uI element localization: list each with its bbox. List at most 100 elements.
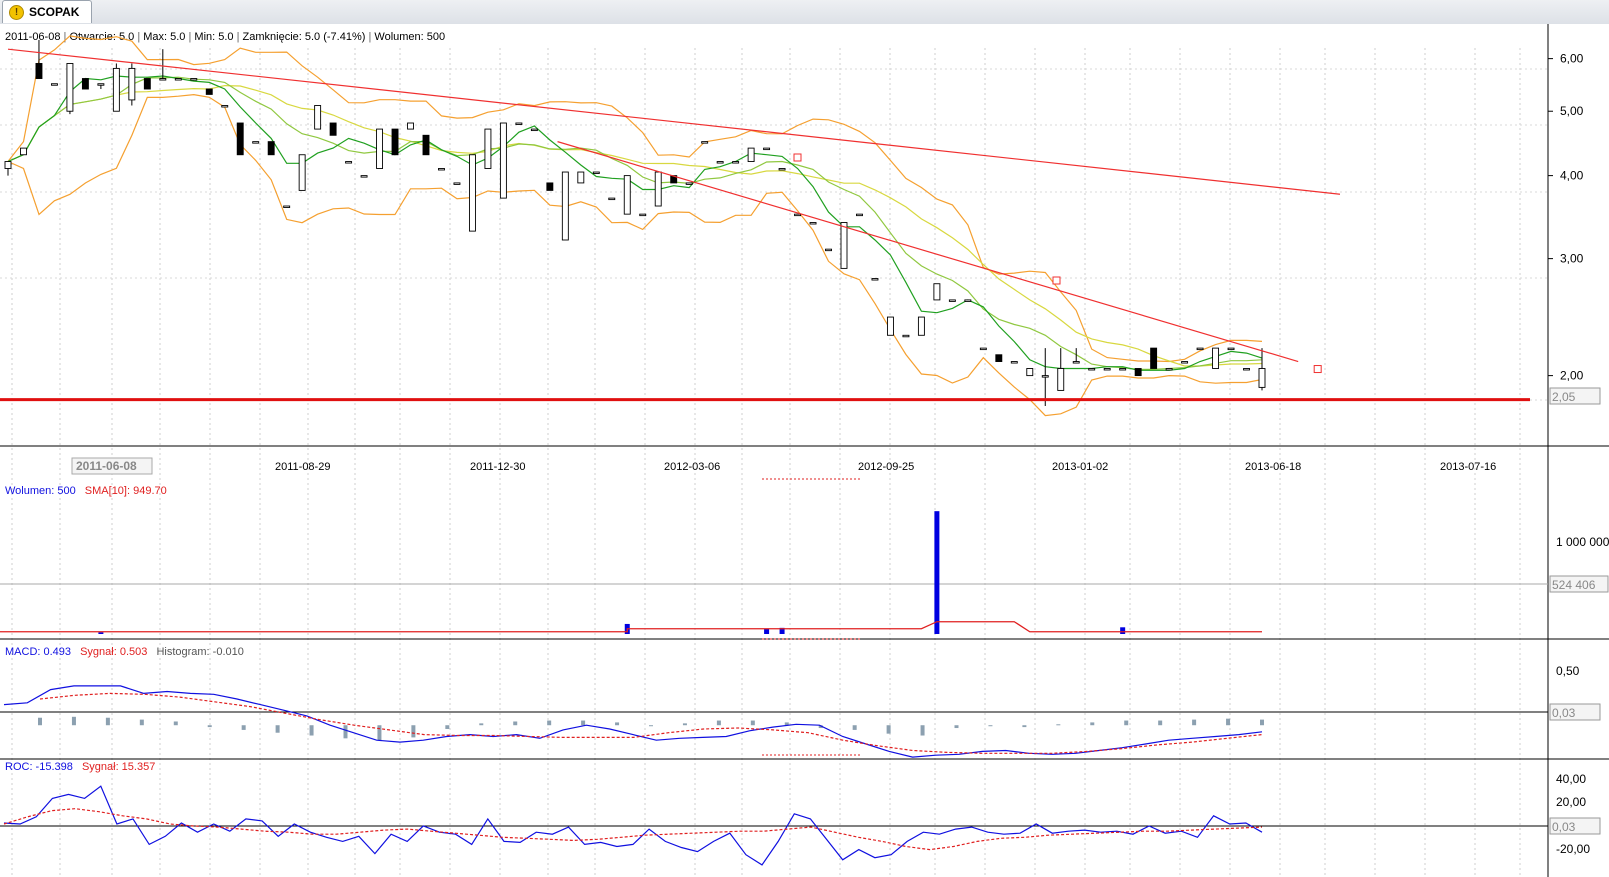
macd-hist-bar (920, 725, 925, 736)
candle-body (1072, 361, 1080, 364)
macd-hist-bar (1090, 722, 1095, 726)
candle-body (283, 205, 291, 208)
candle-body (964, 299, 972, 302)
macd-hist-bar (343, 725, 348, 739)
macd-hist-bar (988, 725, 993, 727)
candle-body (468, 154, 476, 232)
candle-body (948, 299, 956, 302)
macd-hist-bar (1124, 720, 1129, 726)
candle-body (979, 347, 987, 351)
price-close: Zamknięcie: 5.0 (-7.41%) (243, 31, 366, 43)
candle-body (933, 283, 941, 301)
candle-body (128, 67, 136, 101)
x-label-6: 2013-06-18 (1245, 461, 1301, 473)
chart-canvas: 2011-06-08 | Otwarcie: 5.0 | Max: 5.0 | … (0, 24, 1609, 877)
price-tick-label: 6,00 (1560, 52, 1584, 66)
candle-body (825, 248, 832, 252)
x-label-0: 2011-06-08 (76, 459, 137, 473)
macd-hist-bar (1056, 724, 1061, 726)
macd-hist-bar (173, 721, 178, 726)
candle-body (1057, 368, 1065, 391)
x-label-1: 2011-08-29 (275, 461, 330, 473)
candle-body (1227, 347, 1235, 351)
tab-scopak[interactable]: ! SCOPAK (2, 0, 92, 23)
candle-body (1196, 347, 1204, 351)
macd-hist-bar (377, 725, 382, 741)
candle-body (391, 128, 399, 156)
macd-hist-bar (954, 725, 959, 729)
candle-body (1165, 368, 1173, 371)
candle-body (778, 168, 786, 171)
candle-body (453, 182, 461, 185)
candle-body (112, 67, 120, 112)
macd-histogram: Histogram: -0.010 (156, 646, 243, 658)
roc-signal: Sygnał: 15.357 (82, 761, 155, 773)
volume-value: Wolumen: 500 (5, 485, 76, 497)
trend-anchor-start (793, 153, 802, 162)
candle-body (809, 222, 817, 225)
candle-body (871, 278, 879, 281)
candle-body (886, 316, 894, 336)
price-tick-label: 5,00 (1560, 104, 1584, 118)
candle-body (515, 122, 523, 125)
macd-hist-bar (649, 725, 653, 727)
candle-body (345, 161, 353, 164)
candle-body (298, 154, 306, 191)
candle-body (856, 213, 863, 217)
price-volume: Wolumen: 500 (374, 31, 445, 43)
macd-hist-bar (105, 717, 110, 726)
candle-body (794, 213, 802, 217)
x-label-3: 2012-03-06 (664, 461, 720, 473)
candle-body (252, 141, 260, 144)
macd-hist-bar (682, 723, 687, 726)
candle-body (407, 122, 414, 130)
candle-body (174, 78, 182, 81)
macd-hist-bar (886, 725, 891, 734)
candle-body (608, 197, 616, 201)
candle-body (917, 316, 925, 336)
candle-body (763, 147, 771, 151)
price-tick-label: 2,00 (1560, 369, 1584, 383)
candle-body (1010, 361, 1018, 364)
price-max: Max: 5.0 (143, 31, 185, 43)
candle-body (66, 63, 74, 112)
volume-bar (1120, 627, 1126, 634)
macd-marker: 0,03 (1552, 706, 1576, 720)
candle-body (267, 141, 275, 156)
macd-hist-bar (275, 725, 280, 733)
macd-hist-bar (1192, 719, 1197, 726)
macd-hist-bar (547, 720, 552, 726)
x-label-4: 2012-09-25 (858, 461, 914, 473)
price-min: Min: 5.0 (194, 31, 233, 43)
candle-body (97, 83, 105, 86)
candle-body (1134, 368, 1142, 377)
candle-body (530, 128, 538, 132)
macd-hist-bar (513, 721, 518, 726)
candle-body (995, 354, 1003, 362)
macd-hist-bar (241, 725, 246, 730)
candle-body (360, 175, 368, 178)
candle-body (4, 161, 12, 169)
volume-tick: 1 000 000 (1556, 535, 1609, 549)
candle-body (1103, 368, 1111, 371)
price-marker: 2,05 (1552, 390, 1576, 404)
candle-body (221, 105, 229, 108)
macd-hist-bar (615, 722, 620, 726)
candle-body (561, 171, 569, 241)
candle-body (577, 171, 585, 184)
candle-body (314, 105, 322, 130)
macd-hist-bar (1226, 718, 1231, 726)
candle-body (546, 182, 554, 191)
candle-body (1243, 368, 1250, 371)
candle-body (236, 122, 244, 156)
candle-body (685, 182, 693, 185)
trend-anchor-mid (1052, 276, 1061, 285)
macd-hist-bar (1260, 719, 1264, 726)
macd-hist-bar (1158, 720, 1163, 726)
macd-hist-bar (1022, 725, 1027, 728)
price-info: 2011-06-08 | Otwarcie: 5.0 | Max: 5.0 | … (5, 31, 445, 43)
macd-hist-bar (411, 725, 416, 738)
macd-hist-bar (71, 716, 76, 726)
candle-body (1088, 368, 1096, 371)
candle-body (81, 78, 89, 90)
